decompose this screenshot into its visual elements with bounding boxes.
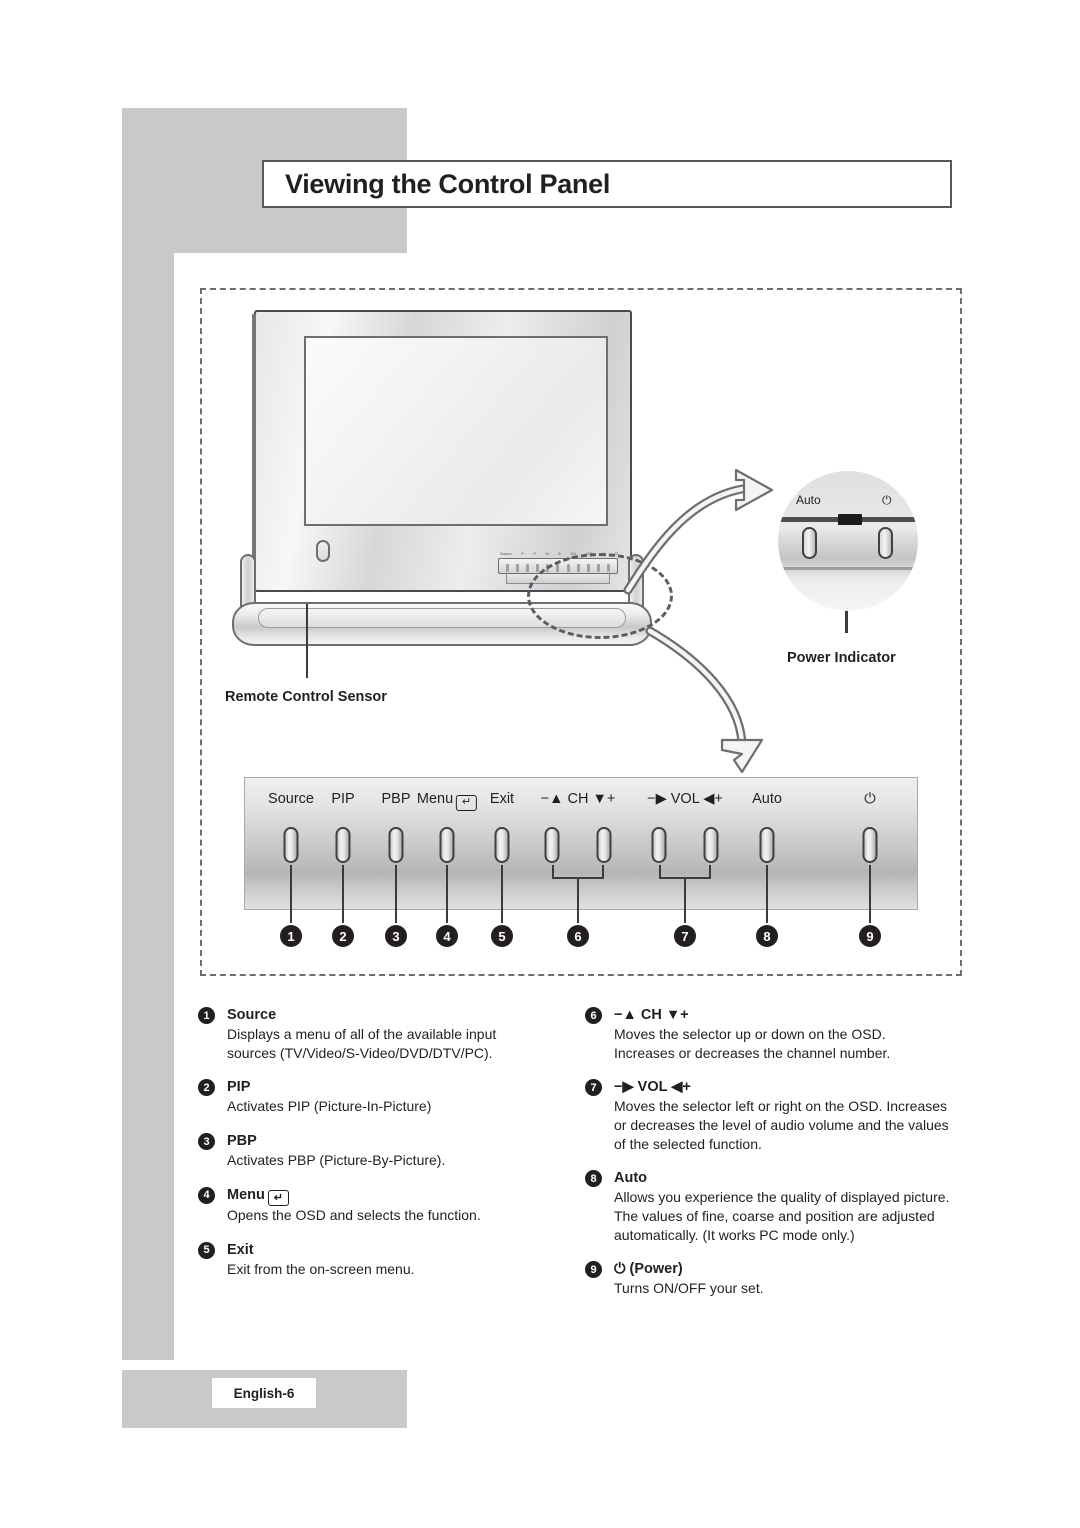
pbp-button-label: PBP — [381, 791, 411, 807]
decorative-gray-block-left — [122, 253, 174, 1360]
description-title: Source — [227, 1007, 277, 1023]
description-body: Opens the OSD and selects the function. — [227, 1207, 481, 1224]
remote-control-sensor-icon — [316, 540, 330, 562]
ch-down-button[interactable] — [544, 827, 560, 863]
description-number-badge: 9 — [585, 1261, 602, 1279]
description-title: −▲ CH ▼+ — [614, 1007, 689, 1023]
menu-button-leader-line — [446, 865, 448, 923]
description-item-left-1: 1 Source Displays a menu of all of the ava… — [198, 1006, 543, 1062]
menu-button-number-badge: 4 — [436, 925, 458, 947]
power-indicator-led — [838, 514, 862, 525]
menu-button-label: Menu ↵ — [417, 791, 478, 811]
vol-group-bracket — [659, 865, 711, 879]
pbp-button[interactable] — [388, 827, 404, 863]
description-title: Menu ↵ — [227, 1186, 543, 1207]
menu-button[interactable] — [439, 827, 455, 863]
auto-button[interactable] — [759, 827, 775, 863]
source-button-label: Source — [268, 791, 314, 807]
magnifier-bezel-line-bottom — [778, 567, 918, 570]
power-button-number-badge: 9 — [859, 925, 881, 947]
description-item-right-3: 8 Auto Allows you experience the quality o… — [585, 1169, 950, 1244]
ch-group-bracket — [552, 865, 604, 879]
vol-group-label: −▶ VOL ◀+ — [647, 791, 723, 807]
description-number-badge: 7 — [585, 1079, 602, 1097]
description-body: Activates PBP (Picture-By-Picture). — [227, 1152, 446, 1169]
description-title: PBP — [227, 1133, 257, 1150]
descriptions-left-column: 1 Source Displays a menu of all of the ava… — [198, 1006, 543, 1295]
pip-button-label: PIP — [331, 791, 355, 807]
magnifier-auto-button — [802, 527, 817, 559]
vol-up-button[interactable] — [703, 827, 719, 863]
description-item-right-4: 9 ⏻ (Power) Turns ON/OFF your set. — [585, 1260, 950, 1298]
description-body: Activates PIP (Picture-In-Picture) — [227, 1098, 432, 1115]
power-button-leader-line — [869, 865, 871, 923]
description-item-left-5: 5 Exit Exit from the on-screen menu. — [198, 1241, 543, 1279]
ch-up-button[interactable] — [596, 827, 612, 863]
description-number-badge: 8 — [585, 1170, 602, 1188]
description-body: Turns ON/OFF your set. — [614, 1280, 764, 1297]
description-number-badge: 4 — [198, 1186, 215, 1204]
tv-screen — [304, 336, 608, 526]
power-indicator-magnifier: Auto ⏻ — [778, 471, 918, 611]
vol-down-button[interactable] — [651, 827, 667, 863]
description-title: −▶ VOL ◀+ — [614, 1079, 691, 1096]
description-item-left-3: 3 PBP Activates PBP (Picture-By-Picture). — [198, 1132, 543, 1170]
power-indicator-label: Power Indicator — [787, 650, 896, 666]
vol-group-number-leader-line — [684, 879, 686, 923]
page-title: Viewing the Control Panel — [285, 168, 611, 199]
pbp-button-leader-line — [395, 865, 397, 923]
ch-group-label: −▲ CH ▼+ — [540, 791, 616, 807]
power-button-label: ⏻ — [864, 791, 876, 807]
description-body: Displays a menu of all of the available … — [227, 1026, 497, 1061]
auto-button-label: Auto — [752, 791, 782, 807]
description-body: Exit from the on-screen menu. — [227, 1261, 415, 1278]
descriptions-right-column: 6 −▲ CH ▼+ Moves the selector up or down o… — [585, 1006, 950, 1314]
pip-button-leader-line — [342, 865, 344, 923]
description-body: Moves the selector left or right on the … — [614, 1098, 949, 1152]
power-button[interactable] — [862, 827, 878, 863]
exit-button-number-badge: 5 — [491, 925, 513, 947]
pip-button[interactable] — [335, 827, 351, 863]
magnifier-auto-label: Auto — [796, 493, 821, 507]
highlight-ellipse — [527, 553, 673, 639]
magnifier-power-icon: ⏻ — [882, 493, 892, 507]
ch-group-number-leader-line — [577, 879, 579, 923]
description-number-badge: 3 — [198, 1133, 215, 1151]
enter-key-icon: ↵ — [267, 1190, 289, 1207]
tv-bezel: Source P P M E CH VOL A ⏻ — [252, 310, 632, 594]
source-button-number-badge: 1 — [280, 925, 302, 947]
exit-button-label: Exit — [489, 791, 515, 807]
page-title-bar: Viewing the Control Panel — [262, 160, 952, 208]
description-title: Auto — [614, 1170, 648, 1187]
pbp-button-number-badge: 3 — [385, 925, 407, 947]
magnifier-power-button — [878, 527, 893, 559]
description-number-badge: 6 — [585, 1007, 602, 1024]
description-number-badge: 5 — [198, 1241, 215, 1259]
auto-button-leader-line — [766, 865, 768, 923]
source-button-leader-line — [290, 865, 292, 923]
enter-key-icon: ↵ — [456, 794, 478, 811]
remote-control-sensor-label: Remote Control Sensor — [225, 689, 387, 705]
description-body: Moves the selector up or down on the OSD… — [614, 1026, 891, 1061]
page-footer-tag: English-6 — [212, 1378, 316, 1408]
description-title: ⏻ (Power) — [614, 1261, 683, 1278]
exit-button[interactable] — [494, 827, 510, 863]
exit-button-leader-line — [501, 865, 503, 923]
description-item-right-1: 6 −▲ CH ▼+ Moves the selector up or down o… — [585, 1006, 950, 1062]
pip-button-number-badge: 2 — [332, 925, 354, 947]
description-item-left-4: 4 Menu ↵ Opens the OSD and selects the func… — [198, 1186, 543, 1225]
description-item-left-2: 2 PIP Activates PIP (Picture-In-Picture) — [198, 1078, 543, 1116]
description-title: Exit — [227, 1241, 254, 1258]
description-body: Allows you experience the quality of dis… — [614, 1189, 950, 1243]
description-title: PIP — [227, 1079, 251, 1096]
auto-button-number-badge: 8 — [756, 925, 778, 947]
remote-control-sensor-leader-line — [306, 604, 308, 678]
description-number-badge: 2 — [198, 1079, 215, 1097]
description-item-right-2: 7 −▶ VOL ◀+ Moves the selector left or rig… — [585, 1078, 950, 1153]
description-number-badge: 1 — [198, 1007, 215, 1024]
ch-group-number-badge: 6 — [567, 925, 589, 947]
source-button[interactable] — [283, 827, 299, 863]
vol-group-number-badge: 7 — [674, 925, 696, 947]
